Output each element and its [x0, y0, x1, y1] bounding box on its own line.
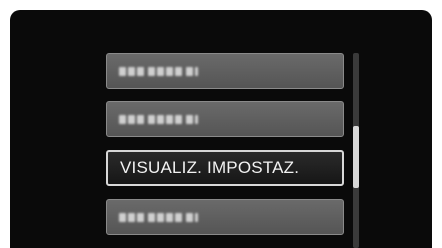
obscured-label: [119, 115, 198, 124]
menu-item-4[interactable]: [106, 199, 344, 235]
menu-item-1[interactable]: [106, 53, 344, 89]
obscured-label: [119, 213, 198, 222]
menu-scrollbar[interactable]: [353, 53, 359, 248]
menu-item-display-settings[interactable]: VISUALIZ. IMPOSTAZ.: [106, 150, 344, 186]
menu-item-2[interactable]: [106, 101, 344, 137]
camera-screen: VISUALIZ. IMPOSTAZ.: [10, 10, 432, 248]
obscured-label: [119, 67, 198, 76]
scrollbar-thumb[interactable]: [353, 126, 359, 188]
menu-item-label: VISUALIZ. IMPOSTAZ.: [120, 158, 300, 177]
